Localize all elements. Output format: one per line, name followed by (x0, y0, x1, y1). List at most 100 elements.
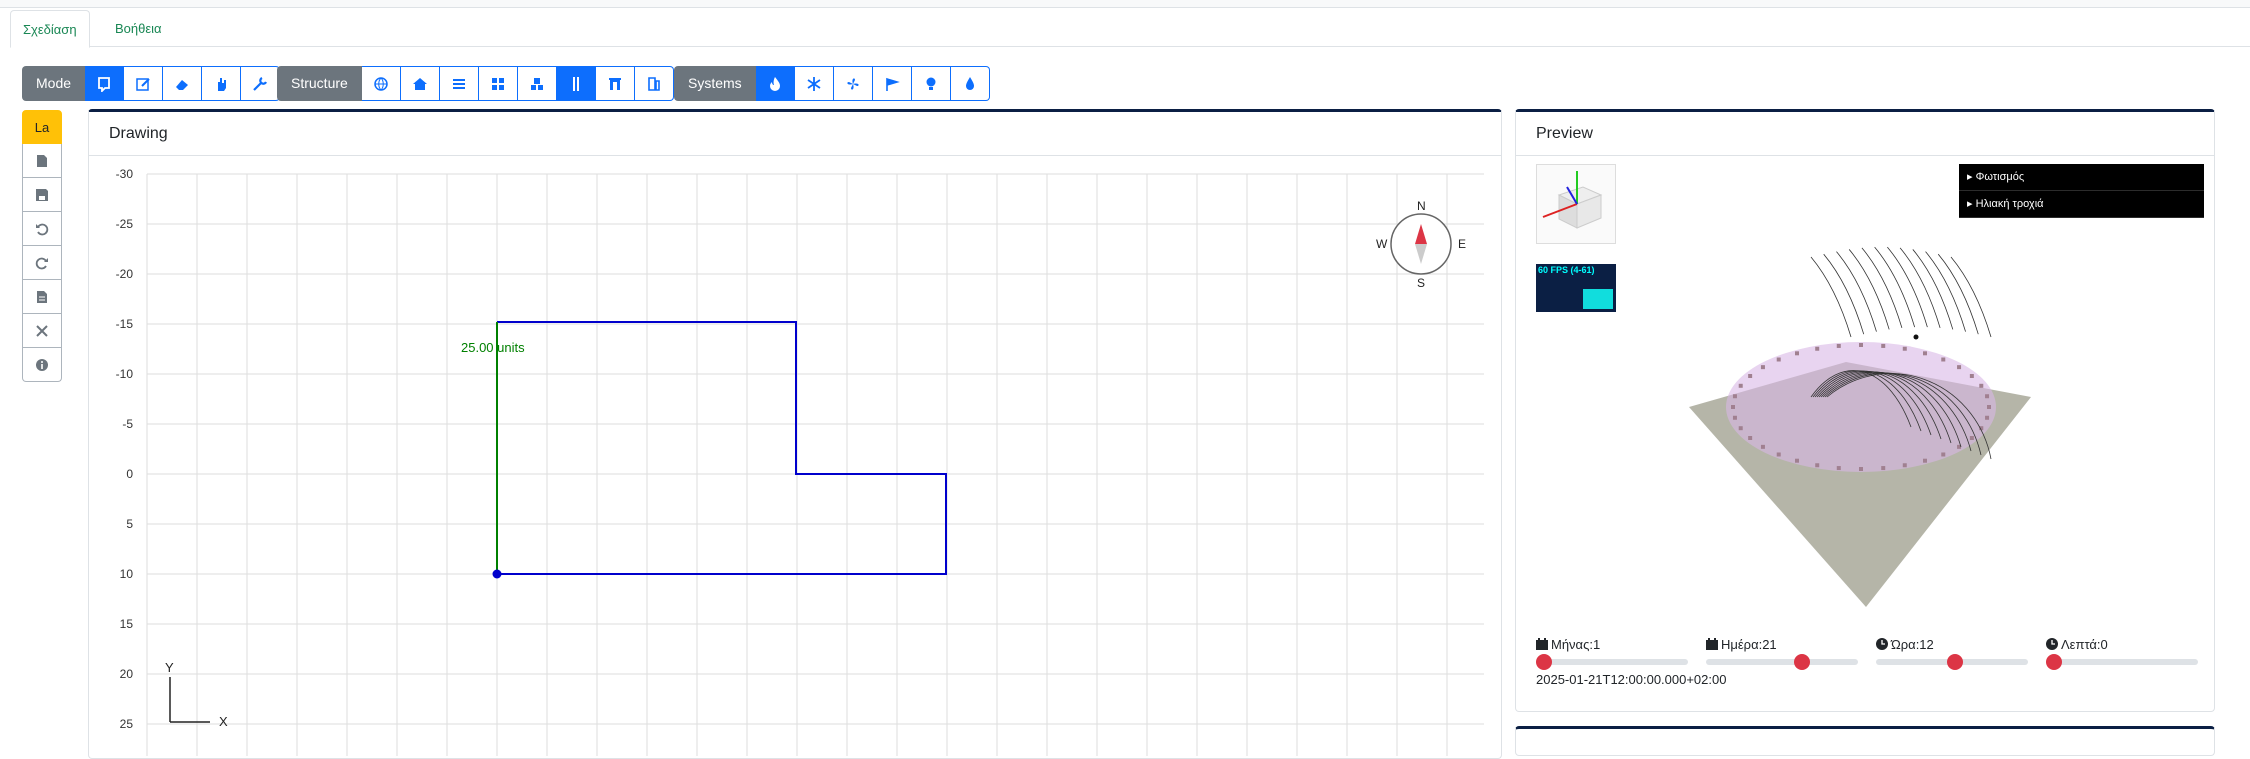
settings-tool-button[interactable] (241, 66, 281, 101)
tab-help[interactable]: Βοήθεια (103, 10, 174, 47)
wall-endpoint[interactable] (492, 569, 502, 579)
hour-marker (1738, 426, 1743, 431)
window-button[interactable] (634, 66, 674, 101)
y-tick-label: 20 (120, 667, 134, 681)
grid-icon (491, 77, 504, 90)
compass-e: E (1458, 237, 1466, 251)
pan-tool-button[interactable] (202, 66, 242, 101)
day-slider-thumb[interactable] (1794, 654, 1811, 670)
edit-tool-button[interactable] (124, 66, 164, 101)
hour-slider[interactable] (1876, 654, 2028, 670)
top-strip (0, 0, 2250, 8)
hour-marker (1738, 383, 1743, 388)
drawing-panel: Drawing -30 -25 -20 -15 -10 -5 0 5 10 15 20 25 25.0… (88, 109, 1502, 759)
lower-panel (1515, 726, 2215, 756)
hour-marker (1969, 374, 1974, 378)
wall-button[interactable] (556, 66, 596, 101)
hour-marker (1957, 365, 1962, 370)
dome-meridian (1899, 247, 1941, 329)
drawing-title: Drawing (89, 112, 1501, 156)
select-tool-button[interactable] (85, 66, 125, 101)
hour-marker (1795, 351, 1799, 356)
door-icon (608, 77, 621, 90)
snowflake-icon (807, 76, 821, 91)
tools-button[interactable] (22, 314, 62, 348)
hour-marker (1731, 405, 1735, 409)
water-button[interactable] (950, 66, 990, 101)
ventilation-button[interactable] (833, 66, 873, 101)
hour-marker (1748, 436, 1753, 440)
lighting-button[interactable] (911, 66, 951, 101)
hour-slider-group: Ώρα:12 (1876, 636, 2036, 670)
hour-marker (1941, 452, 1946, 457)
hour-slider-thumb[interactable] (1946, 654, 1963, 670)
3d-scene[interactable] (1516, 187, 2216, 607)
calendar-icon (1536, 638, 1548, 650)
droplet-icon (965, 76, 974, 90)
hour-marker (1969, 436, 1974, 440)
eraser-tool-button[interactable] (163, 66, 203, 101)
export-button[interactable] (22, 280, 62, 314)
dome-meridian (1887, 246, 1928, 328)
hour-marker (1776, 357, 1781, 362)
minute-slider[interactable] (2046, 654, 2198, 670)
hour-marker (1859, 343, 1863, 347)
hour-marker (1815, 463, 1820, 468)
minute-slider-thumb[interactable] (2046, 654, 2062, 670)
tab-design[interactable]: Σχεδίαση (10, 10, 90, 48)
y-tick-label: -30 (116, 167, 134, 181)
dome-meridian (1848, 249, 1890, 330)
y-tick-label: -20 (116, 267, 134, 281)
solar-button[interactable] (872, 66, 912, 101)
layer-button[interactable]: La (22, 110, 62, 144)
new-file-button[interactable] (22, 144, 62, 178)
day-slider[interactable] (1706, 654, 1858, 670)
sun-position (1913, 334, 1919, 340)
wall-outline[interactable] (497, 321, 947, 575)
door-button[interactable] (595, 66, 635, 101)
site-button[interactable] (361, 66, 401, 101)
month-slider-group: Μήνας:1 (1536, 636, 1696, 670)
preview-panel: Preview 60 FPS (4-61) ▸ Φωτισμός ▸ Ηλιακ… (1515, 109, 2215, 712)
gui-lighting-label: Φωτισμός (1975, 171, 2025, 183)
rooms-button[interactable] (478, 66, 518, 101)
wrench-icon (253, 76, 268, 91)
house-icon (412, 77, 427, 90)
blocks-button[interactable] (517, 66, 557, 101)
info-button[interactable] (22, 348, 62, 382)
dome-meridian (1861, 247, 1903, 329)
dome-meridian (1836, 251, 1877, 332)
redo-button[interactable] (22, 246, 62, 280)
blocks-icon (530, 77, 543, 90)
y-axis-ticks: -30 -25 -20 -15 -10 -5 0 5 10 15 20 25 (116, 167, 134, 731)
cooling-button[interactable] (794, 66, 834, 101)
edit-icon (136, 77, 150, 91)
globe-icon (374, 76, 388, 91)
save-button[interactable] (22, 178, 62, 212)
hour-marker (1902, 346, 1907, 351)
time-controls: Μήνας:1 Ημέρα:21 Ώρα:12 Λεπτά:0 2025-01-… (1536, 636, 2206, 706)
layers-button[interactable] (439, 66, 479, 101)
day-label-row: Ημέρα:21 (1706, 636, 1866, 654)
hour-marker (1923, 458, 1927, 463)
compass: N S E W (1376, 199, 1466, 290)
y-tick-label: -25 (116, 217, 134, 231)
dome-meridian (1810, 256, 1852, 338)
info-icon (36, 358, 48, 371)
minute-label: Λεπτά:0 (2061, 637, 2108, 652)
heating-button[interactable] (755, 66, 795, 101)
structure-toolbar: Structure (277, 66, 674, 101)
hour-marker (1923, 351, 1927, 356)
systems-toolbar: Systems (674, 66, 990, 101)
month-slider[interactable] (1536, 654, 1688, 670)
hour-marker (1987, 405, 1991, 409)
drawing-canvas[interactable]: -30-25-20-15-10-50510152025 25.00 units … (89, 156, 1501, 756)
axis-x-label: X (219, 714, 228, 729)
wall-icon (572, 76, 579, 91)
undo-button[interactable] (22, 212, 62, 246)
structure-label: Structure (277, 66, 362, 101)
compass-n: N (1417, 199, 1426, 213)
month-slider-thumb[interactable] (1536, 654, 1552, 670)
minute-slider-group: Λεπτά:0 (2046, 636, 2206, 670)
building-button[interactable] (400, 66, 440, 101)
